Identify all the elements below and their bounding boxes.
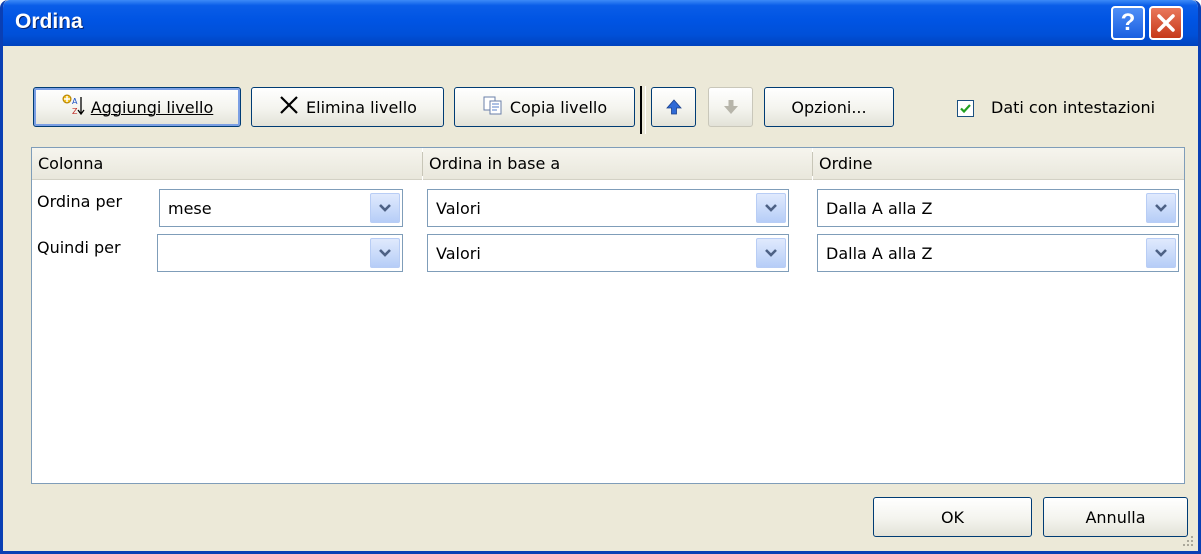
dialog-title: Ordina xyxy=(15,10,83,33)
ok-label: OK xyxy=(940,507,965,527)
dropdown-button[interactable] xyxy=(1146,193,1176,223)
chevron-down-icon xyxy=(765,204,777,212)
chevron-down-icon xyxy=(379,249,391,257)
row-label-then-by: Quindi per xyxy=(37,238,121,257)
sort-on-value: Valori xyxy=(436,199,481,218)
column-header-order: Ordine xyxy=(813,148,1184,180)
dropdown-button[interactable] xyxy=(370,238,400,268)
add-level-label: Aggiungi livello xyxy=(90,97,214,117)
add-sort-level-icon: A Z xyxy=(61,93,85,121)
dropdown-button[interactable] xyxy=(756,238,786,268)
arrow-down-icon xyxy=(723,100,738,114)
svg-text:A: A xyxy=(72,97,78,106)
headers-checkbox-label[interactable]: Dati con intestazioni xyxy=(991,98,1155,117)
toolbar-separator xyxy=(640,86,646,134)
delete-level-label: Elimina livello xyxy=(306,97,417,117)
chevron-down-icon xyxy=(765,249,777,257)
cancel-label: Annulla xyxy=(1085,507,1146,527)
chevron-down-icon xyxy=(379,204,391,212)
dropdown-button[interactable] xyxy=(1146,238,1176,268)
dropdown-button[interactable] xyxy=(370,193,400,223)
ok-button[interactable]: OK xyxy=(873,497,1032,537)
column-combo-row1[interactable]: mese xyxy=(159,189,403,227)
copy-icon xyxy=(482,94,504,120)
delete-level-button[interactable]: Elimina livello xyxy=(251,87,444,127)
move-up-button[interactable] xyxy=(651,87,696,127)
title-bar[interactable]: Ordina ? xyxy=(3,0,1198,46)
move-down-button[interactable] xyxy=(708,87,753,127)
question-mark-icon: ? xyxy=(1120,9,1136,36)
order-value: Dalla A alla Z xyxy=(826,199,933,218)
close-icon xyxy=(1157,14,1175,32)
column-header-colonna: Colonna xyxy=(32,148,422,180)
delete-x-icon xyxy=(278,94,300,120)
resize-grip-icon[interactable] xyxy=(1180,533,1194,547)
options-label: Opzioni... xyxy=(791,97,867,117)
close-button[interactable] xyxy=(1149,6,1183,40)
svg-text:Z: Z xyxy=(72,107,78,116)
options-button[interactable]: Opzioni... xyxy=(764,87,894,127)
column-header-sort-on: Ordina in base a xyxy=(423,148,812,180)
column-value: mese xyxy=(168,199,212,218)
column-combo-row2[interactable] xyxy=(157,234,403,272)
chevron-down-icon xyxy=(1155,204,1167,212)
order-combo-row2[interactable]: Dalla A alla Z xyxy=(817,234,1179,272)
cancel-button[interactable]: Annulla xyxy=(1043,497,1188,537)
sort-levels-grid: Colonna Ordina in base a Ordine Ordina p… xyxy=(31,147,1185,484)
sort-on-combo-row2[interactable]: Valori xyxy=(427,234,789,272)
copy-level-label: Copia livello xyxy=(509,97,608,117)
row-label-sort-by: Ordina per xyxy=(37,192,123,211)
copy-level-button[interactable]: Copia livello xyxy=(454,87,635,127)
dropdown-button[interactable] xyxy=(756,193,786,223)
sort-on-value: Valori xyxy=(436,244,481,263)
order-value: Dalla A alla Z xyxy=(826,244,933,263)
sort-dialog: Ordina ? A Z Aggiungi livello Elimina li… xyxy=(0,0,1201,554)
chevron-down-icon xyxy=(1155,249,1167,257)
sort-on-combo-row1[interactable]: Valori xyxy=(427,189,789,227)
help-button[interactable]: ? xyxy=(1111,6,1145,40)
arrow-up-icon xyxy=(665,99,682,115)
headers-checkbox[interactable] xyxy=(957,100,974,117)
add-level-button[interactable]: A Z Aggiungi livello xyxy=(33,87,241,127)
checkmark-icon xyxy=(960,104,971,114)
order-combo-row1[interactable]: Dalla A alla Z xyxy=(817,189,1179,227)
